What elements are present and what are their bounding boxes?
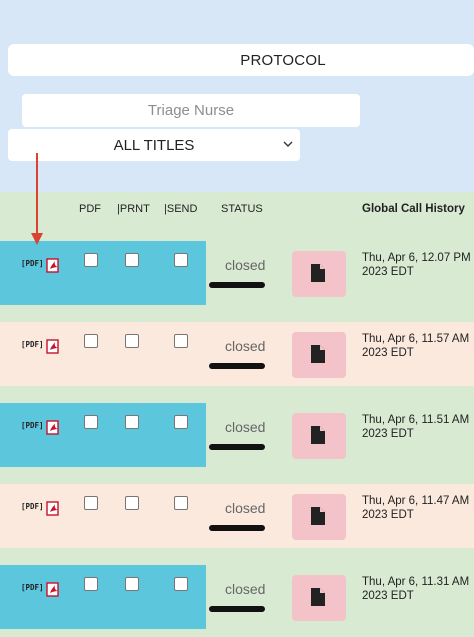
pdf-checkbox[interactable] (84, 577, 98, 591)
pdf-icon[interactable] (46, 582, 61, 597)
send-checkbox[interactable] (174, 496, 188, 510)
table-row: [PDF] closed Thu, Apr 6, 11.47 AM 2023 E… (0, 484, 474, 548)
pdf-icon[interactable] (46, 420, 61, 435)
titles-select[interactable]: ALL TITLES (8, 129, 300, 161)
send-checkbox[interactable] (174, 577, 188, 591)
pdf-checkbox[interactable] (84, 253, 98, 267)
status-text: closed (225, 419, 266, 435)
pdf-icon[interactable] (46, 339, 61, 354)
document-icon (311, 264, 325, 282)
call-time: Thu, Apr 6, 11.51 AM 2023 EDT (362, 414, 470, 440)
send-checkbox[interactable] (174, 334, 188, 348)
status-text: closed (225, 338, 266, 354)
pdf-checkbox[interactable] (84, 334, 98, 348)
pdf-link[interactable]: [PDF] (21, 259, 44, 268)
print-checkbox[interactable] (125, 253, 139, 267)
redaction-mark (209, 444, 265, 450)
pdf-link[interactable]: [PDF] (21, 583, 44, 592)
chevron-down-icon (283, 141, 293, 147)
pdf-link[interactable]: [PDF] (21, 340, 44, 349)
header-status: STATUS (221, 203, 263, 215)
call-table: PDF |PRNT |SEND STATUS Global Call Histo… (0, 192, 474, 637)
triage-nurse-placeholder: Triage Nurse (147, 102, 235, 119)
table-row: [PDF] closed Thu, Apr 6, 11.31 AM 2023 E… (0, 565, 474, 629)
status-text: closed (225, 581, 266, 597)
status-text: closed (225, 257, 266, 273)
redaction-mark (209, 363, 265, 369)
document-button[interactable] (292, 413, 346, 459)
redaction-mark (209, 282, 265, 288)
table-header: PDF |PRNT |SEND STATUS Global Call Histo… (0, 192, 474, 240)
pdf-icon[interactable] (46, 501, 61, 516)
status-text: closed (225, 500, 266, 516)
call-time: Thu, Apr 6, 11.57 AM 2023 EDT (362, 333, 470, 359)
document-icon (311, 507, 325, 525)
protocol-label: PROTOCOL (240, 51, 326, 69)
call-time: Thu, Apr 6, 11.31 AM 2023 EDT (362, 576, 470, 602)
pdf-icon[interactable] (46, 258, 61, 273)
pdf-checkbox[interactable] (84, 496, 98, 510)
protocol-button[interactable]: PROTOCOL (8, 44, 474, 76)
redaction-mark (209, 606, 265, 612)
table-row: [PDF] closed Thu, Apr 6, 11.51 AM 2023 E… (0, 403, 474, 467)
document-icon (311, 426, 325, 444)
print-checkbox[interactable] (125, 577, 139, 591)
call-time: Thu, Apr 6, 11.47 AM 2023 EDT (362, 495, 470, 521)
print-checkbox[interactable] (125, 415, 139, 429)
table-row: [PDF] closed Thu, Apr 6, 11.57 AM 2023 E… (0, 322, 474, 386)
print-checkbox[interactable] (125, 496, 139, 510)
print-checkbox[interactable] (125, 334, 139, 348)
table-row: [PDF] closed Thu, Apr 6, 12.07 PM 2023 E… (0, 241, 474, 305)
document-button[interactable] (292, 494, 346, 540)
header-pdf: PDF (79, 203, 101, 215)
titles-select-value: ALL TITLES (113, 136, 195, 154)
pdf-link[interactable]: [PDF] (21, 502, 44, 511)
header-send: |SEND (164, 203, 198, 215)
document-button[interactable] (292, 251, 346, 297)
send-checkbox[interactable] (174, 415, 188, 429)
pdf-checkbox[interactable] (84, 415, 98, 429)
pdf-link[interactable]: [PDF] (21, 421, 44, 430)
header-global-call-history: Global Call History (362, 203, 465, 215)
redaction-mark (209, 525, 265, 531)
triage-nurse-field[interactable]: Triage Nurse (22, 94, 360, 127)
document-icon (311, 345, 325, 363)
document-icon (311, 588, 325, 606)
header-print: |PRNT (117, 203, 150, 215)
document-button[interactable] (292, 332, 346, 378)
call-time: Thu, Apr 6, 12.07 PM 2023 EDT (362, 252, 471, 278)
send-checkbox[interactable] (174, 253, 188, 267)
document-button[interactable] (292, 575, 346, 621)
